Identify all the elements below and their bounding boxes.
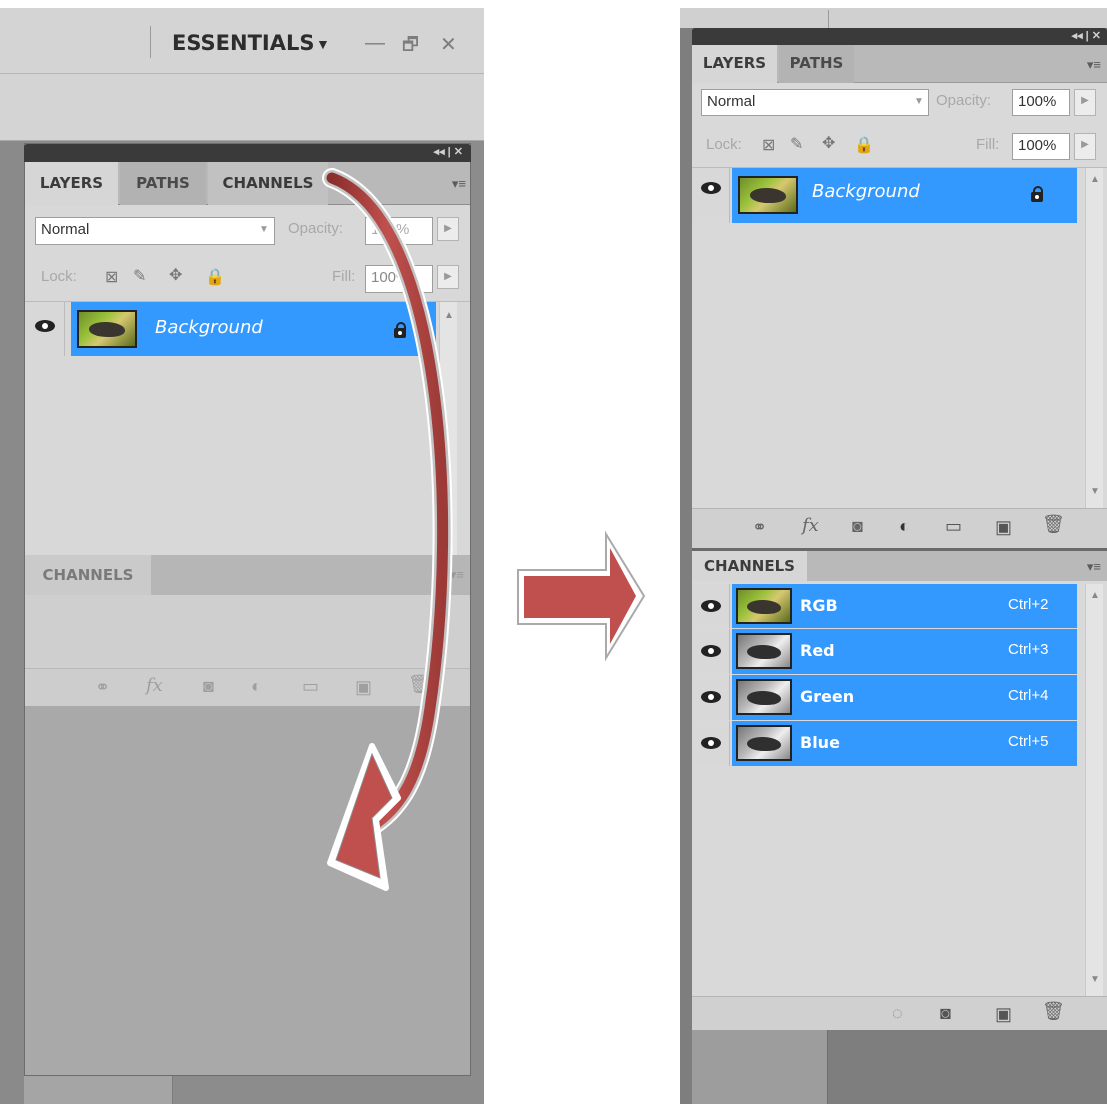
- fx-icon[interactable]: fx: [802, 515, 819, 536]
- layers-footer: ⚭ fx ◙ ◐ ▭ ▣ 🗑: [692, 508, 1107, 548]
- lock-image-icon[interactable]: ✎: [790, 134, 803, 154]
- layers-scrollbar[interactable]: ▲ ▼: [1085, 168, 1103, 508]
- channel-name: Blue: [800, 733, 840, 752]
- tab-channels[interactable]: CHANNELS: [692, 551, 807, 581]
- channel-shortcut: Ctrl+3: [1008, 641, 1049, 658]
- drag-arrow: [322, 168, 453, 891]
- link-icon[interactable]: ⚭: [752, 517, 767, 538]
- trash-icon[interactable]: 🗑: [1042, 514, 1065, 535]
- new-channel-icon[interactable]: ▣: [995, 1004, 1012, 1025]
- lock-all-icon[interactable]: 🔒: [854, 135, 874, 155]
- channel-shortcut: Ctrl+2: [1008, 596, 1049, 613]
- scroll-up-icon[interactable]: ▲: [1090, 590, 1100, 601]
- channel-row-rgb[interactable]: RGB Ctrl+2: [732, 584, 1077, 628]
- eye-icon[interactable]: [701, 645, 721, 657]
- tab-paths[interactable]: PATHS: [779, 45, 854, 83]
- layer-row-background[interactable]: Background: [732, 168, 1077, 223]
- layers-panel-body: Normal ▼ Opacity: 100% ▶ Lock: ⊠ ✎ ✥ 🔒 F…: [692, 83, 1107, 523]
- channels-scrollbar[interactable]: ▲ ▼: [1085, 584, 1103, 996]
- collapse-close-controls[interactable]: ◂◂ | ✕: [1072, 29, 1101, 42]
- folder-icon[interactable]: ▭: [945, 516, 962, 537]
- channels-footer: ◌ ◙ ▣ 🗑: [692, 996, 1107, 1030]
- eye-icon[interactable]: [701, 737, 721, 749]
- lock-label: Lock:: [706, 136, 742, 153]
- fill-slider-button[interactable]: ▶: [1074, 133, 1096, 160]
- lock-transparent-icon[interactable]: ⊠: [762, 135, 775, 155]
- scroll-down-icon[interactable]: ▼: [1090, 486, 1100, 497]
- channel-thumbnail: [736, 725, 792, 761]
- channel-name: Red: [800, 641, 835, 660]
- channel-row-green[interactable]: Green Ctrl+4: [732, 675, 1077, 720]
- visibility-cell[interactable]: [692, 721, 730, 766]
- mask-icon[interactable]: ◙: [852, 516, 863, 537]
- channel-row-blue[interactable]: Blue Ctrl+5: [732, 721, 1077, 766]
- layer-thumbnail: [738, 176, 798, 214]
- eye-icon[interactable]: [701, 182, 721, 194]
- lock-position-icon[interactable]: ✥: [822, 133, 835, 153]
- channel-shortcut: Ctrl+5: [1008, 733, 1049, 750]
- divider: [828, 10, 829, 28]
- padlock-icon: [1031, 186, 1043, 202]
- channel-name: Green: [800, 687, 855, 706]
- application-bar: [680, 8, 1107, 28]
- load-selection-icon[interactable]: ◌: [892, 1003, 903, 1024]
- scroll-up-icon[interactable]: ▲: [1090, 174, 1100, 185]
- opacity-label: Opacity:: [936, 92, 992, 109]
- right-screenshot: ◂◂ | ✕ LAYERS PATHS ▾≡ Normal ▼ Opacity:…: [680, 8, 1107, 1104]
- save-selection-icon[interactable]: ◙: [940, 1003, 951, 1024]
- panel-menu-icon[interactable]: ▾≡: [1087, 559, 1101, 575]
- channel-name: RGB: [800, 596, 838, 615]
- workspace-column: [692, 1026, 828, 1104]
- channels-tab-row: CHANNELS ▾≡: [692, 551, 1107, 581]
- channels-panel-body: RGB Ctrl+2 Red Ctrl+3 Green Ctrl+4 Blue …: [692, 581, 1107, 1011]
- tab-layers[interactable]: LAYERS: [692, 45, 777, 83]
- opacity-slider-button[interactable]: ▶: [1074, 89, 1096, 116]
- adjustment-icon[interactable]: ◐: [899, 516, 910, 537]
- fill-field[interactable]: 100%: [1012, 133, 1070, 160]
- fill-label: Fill:: [976, 136, 1000, 153]
- channel-shortcut: Ctrl+4: [1008, 687, 1049, 704]
- visibility-cell[interactable]: [692, 629, 730, 674]
- channel-row-red[interactable]: Red Ctrl+3: [732, 629, 1077, 674]
- channel-thumbnail: [736, 588, 792, 624]
- blend-mode-select[interactable]: Normal: [701, 89, 929, 116]
- channel-thumbnail: [736, 679, 792, 715]
- eye-icon[interactable]: [701, 600, 721, 612]
- visibility-cell[interactable]: [692, 168, 730, 223]
- visibility-cell[interactable]: [692, 675, 730, 720]
- visibility-cell[interactable]: [692, 584, 730, 628]
- eye-icon[interactable]: [701, 691, 721, 703]
- scroll-down-icon[interactable]: ▼: [1090, 974, 1100, 985]
- panel-menu-icon[interactable]: ▾≡: [1087, 57, 1101, 73]
- new-layer-icon[interactable]: ▣: [995, 517, 1012, 538]
- opacity-field[interactable]: 100%: [1012, 89, 1070, 116]
- panel-header[interactable]: ◂◂ | ✕: [692, 28, 1107, 45]
- channel-thumbnail: [736, 633, 792, 669]
- dropdown-arrow-icon: ▼: [914, 96, 924, 107]
- layer-name[interactable]: Background: [812, 181, 920, 202]
- right-arrow-icon: [517, 530, 646, 662]
- panel-tab-row: LAYERS PATHS ▾≡: [692, 45, 1107, 83]
- trash-icon[interactable]: 🗑: [1042, 1001, 1065, 1022]
- left-screenshot: ESSENTIALS ▼ — 🗗 ✕ ◂◂ | ✕ LAYERS PATHS C…: [0, 8, 484, 1104]
